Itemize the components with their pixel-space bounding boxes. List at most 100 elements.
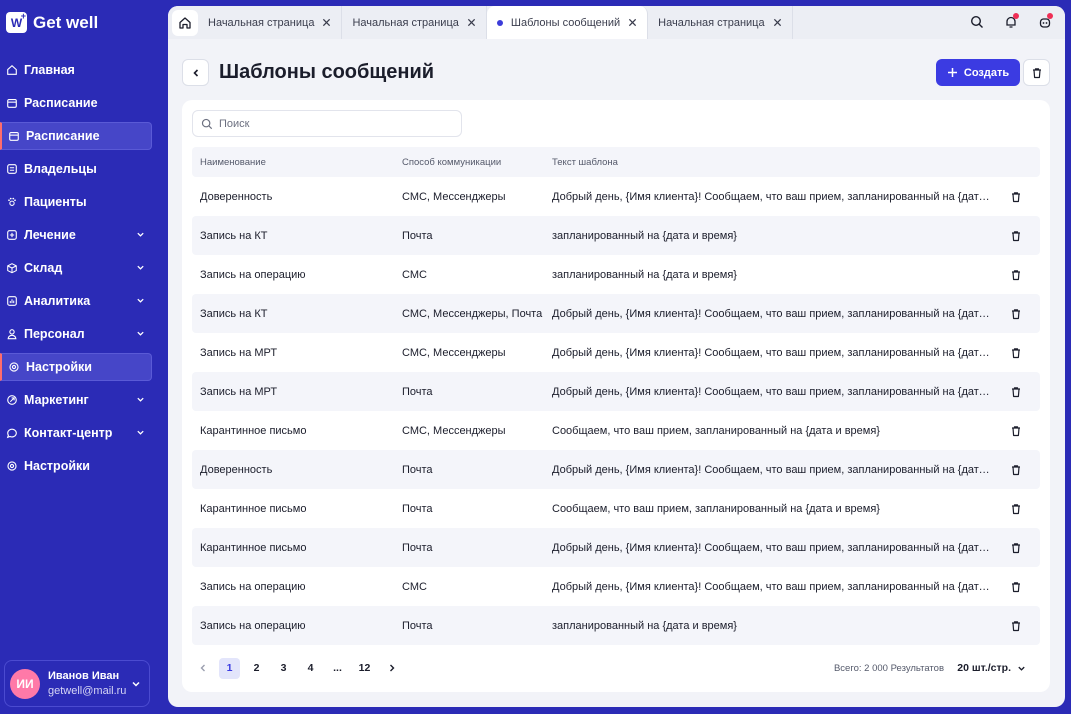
search-button[interactable] xyxy=(967,12,987,32)
page-size-select[interactable]: 20 шт./стр. xyxy=(957,662,1026,674)
row-delete-button[interactable] xyxy=(992,464,1040,476)
cell-channel: СМС, Мессенджеры xyxy=(402,346,506,359)
cell-name: Запись на операцию xyxy=(200,268,306,281)
close-icon[interactable] xyxy=(773,18,782,27)
cell-channel: СМС xyxy=(402,580,427,593)
page-button[interactable]: 4 xyxy=(300,658,321,679)
row-delete-button[interactable] xyxy=(992,581,1040,593)
next-page-button[interactable] xyxy=(381,658,402,679)
table-row[interactable]: Запись на КТ Почта запланированный на {дат… xyxy=(192,216,1040,255)
back-button[interactable] xyxy=(182,59,209,86)
tab-3[interactable]: Начальная страница xyxy=(648,6,793,39)
plus-icon xyxy=(947,68,957,77)
trash-icon xyxy=(1012,581,1020,592)
tab-bar: Начальная страница Начальная страница Шабл… xyxy=(168,6,1065,39)
table-row[interactable]: Запись на операцию Почта запланированный н… xyxy=(192,606,1040,645)
sidebar-item-11[interactable]: Контакт-центр xyxy=(0,419,152,447)
sidebar-item-label: Контакт-центр xyxy=(24,426,113,440)
row-delete-button[interactable] xyxy=(992,386,1040,398)
sidebar-item-label: Склад xyxy=(24,261,63,275)
templates-card: Наименование Способ коммуникации Текст ш… xyxy=(182,100,1050,692)
sidebar-item-5[interactable]: Лечение xyxy=(0,221,152,249)
row-delete-button[interactable] xyxy=(992,308,1040,320)
close-icon[interactable] xyxy=(322,18,331,27)
tab-label: Шаблоны сообщений xyxy=(510,16,621,29)
sidebar-nav: Главная Расписание Расписание Владельцы Паци… xyxy=(0,56,160,485)
logo[interactable]: W + Get well xyxy=(6,11,98,33)
close-icon[interactable] xyxy=(628,18,637,27)
table-row[interactable]: Доверенность СМС, Мессенджеры Добрый день,… xyxy=(192,177,1040,216)
sidebar-item-9[interactable]: Настройки xyxy=(0,353,152,381)
home-icon xyxy=(179,16,191,29)
cell-name: Карантинное письмо xyxy=(200,541,307,554)
page-size-label: 20 шт./стр. xyxy=(957,662,1011,674)
tab-0[interactable]: Начальная страница xyxy=(198,6,343,39)
page-button[interactable]: 2 xyxy=(246,658,267,679)
row-delete-button[interactable] xyxy=(992,191,1040,203)
table-row[interactable]: Запись на МРТ Почта Добрый день, {Имя клие… xyxy=(192,372,1040,411)
sidebar-item-12[interactable]: Настройки xyxy=(0,452,152,480)
prev-page-button[interactable] xyxy=(192,658,213,679)
page-button[interactable]: 1 xyxy=(219,657,240,679)
active-tab-dot xyxy=(496,19,503,26)
chevron-down-icon xyxy=(136,428,144,436)
cell-text: Добрый день, {Имя клиента}! Сообщаем, чт… xyxy=(552,307,992,320)
home-tab[interactable] xyxy=(172,9,198,36)
cell-text: Добрый день, {Имя клиента}! Сообщаем, чт… xyxy=(552,580,992,593)
notifications-button[interactable] xyxy=(1001,12,1021,32)
cell-channel: Почта xyxy=(402,502,433,515)
cell-channel: Почта xyxy=(402,385,433,398)
page-button[interactable]: 3 xyxy=(273,658,294,679)
main-panel: Начальная страница Начальная страница Шабл… xyxy=(168,6,1065,707)
row-delete-button[interactable] xyxy=(992,503,1040,515)
delete-button[interactable] xyxy=(1023,59,1050,86)
page-button[interactable]: 12 xyxy=(354,658,375,679)
search-input[interactable] xyxy=(219,117,449,130)
create-button-label: Создать xyxy=(963,66,1010,79)
close-icon[interactable] xyxy=(467,18,476,27)
row-delete-button[interactable] xyxy=(992,425,1040,437)
sidebar-item-7[interactable]: Аналитика xyxy=(0,287,152,315)
table-row[interactable]: Карантинное письмо Почта Добрый день, {Имя… xyxy=(192,528,1040,567)
tab-2[interactable]: Шаблоны сообщений xyxy=(486,6,649,39)
column-header-text[interactable]: Текст шаблона xyxy=(552,157,992,168)
total-results: Всего: 2 000 Результатов xyxy=(833,662,944,674)
sidebar-item-6[interactable]: Склад xyxy=(0,254,152,282)
table-row[interactable]: Запись на МРТ СМС, Мессенджеры Добрый день… xyxy=(192,333,1040,372)
assistant-button[interactable] xyxy=(1035,12,1055,32)
user-menu[interactable]: ИИ Иванов Иван getwell@mail.ru xyxy=(4,660,150,707)
column-header-channel[interactable]: Способ коммуникации xyxy=(402,157,552,168)
cell-text: Добрый день, {Имя клиента}! Сообщаем, чт… xyxy=(552,346,992,359)
search-box xyxy=(192,110,462,137)
row-delete-button[interactable] xyxy=(992,269,1040,281)
table-row[interactable]: Доверенность Почта Добрый день, {Имя клиен… xyxy=(192,450,1040,489)
table-row[interactable]: Запись на КТ СМС, Мессенджеры, Почта Добры… xyxy=(192,294,1040,333)
tab-1[interactable]: Начальная страница xyxy=(342,6,487,39)
sidebar-item-1[interactable]: Расписание xyxy=(0,89,152,117)
table-row[interactable]: Карантинное письмо СМС, Мессенджеры Сообща… xyxy=(192,411,1040,450)
sidebar: W + Get well Главная Расписание Расписание В… xyxy=(0,0,160,714)
table-row[interactable]: Запись на операцию СМС Добрый день, {Имя к… xyxy=(192,567,1040,606)
tab-label: Начальная страница xyxy=(658,16,765,29)
sidebar-item-0[interactable]: Главная xyxy=(0,56,152,84)
sidebar-item-3[interactable]: Владельцы xyxy=(0,155,152,183)
sidebar-item-2[interactable]: Расписание xyxy=(0,122,152,150)
row-delete-button[interactable] xyxy=(992,620,1040,632)
row-delete-button[interactable] xyxy=(992,542,1040,554)
table-row[interactable]: Карантинное письмо Почта Сообщаем, что ваш… xyxy=(192,489,1040,528)
trash-icon xyxy=(1012,386,1020,397)
cell-channel: Почта xyxy=(402,619,433,632)
create-button[interactable]: Создать xyxy=(936,59,1020,86)
sidebar-item-4[interactable]: Пациенты xyxy=(0,188,152,216)
sidebar-item-10[interactable]: Маркетинг xyxy=(0,386,152,414)
column-header-name[interactable]: Наименование xyxy=(192,157,402,168)
page-button[interactable]: ... xyxy=(327,658,348,679)
cell-channel: Почта xyxy=(402,541,433,554)
page-header: Шаблоны сообщений xyxy=(182,59,434,86)
sidebar-item-8[interactable]: Персонал xyxy=(0,320,152,348)
row-delete-button[interactable] xyxy=(992,347,1040,359)
table-row[interactable]: Запись на операцию СМС запланированный на … xyxy=(192,255,1040,294)
calendar-icon xyxy=(6,97,18,109)
medical-icon xyxy=(6,229,18,241)
row-delete-button[interactable] xyxy=(992,230,1040,242)
